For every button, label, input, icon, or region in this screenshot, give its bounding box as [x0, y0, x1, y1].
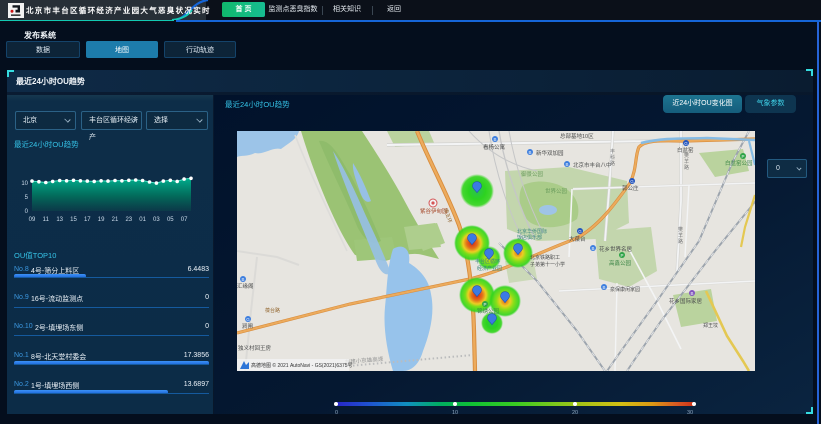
svg-text:21: 21: [112, 217, 119, 223]
svg-text:23: 23: [125, 217, 132, 223]
svg-text:17: 17: [84, 217, 91, 223]
svg-text:01: 01: [139, 217, 146, 223]
svg-text:5: 5: [25, 195, 29, 201]
svg-text:10: 10: [21, 181, 28, 187]
svg-text:09: 09: [29, 217, 36, 223]
svg-text:07: 07: [181, 217, 188, 223]
svg-text:15: 15: [70, 217, 77, 223]
svg-text:13: 13: [56, 217, 63, 223]
svg-text:11: 11: [43, 217, 50, 223]
svg-text:05: 05: [167, 217, 174, 223]
svg-text:19: 19: [98, 217, 105, 223]
svg-text:0: 0: [25, 209, 29, 215]
svg-text:03: 03: [153, 217, 160, 223]
